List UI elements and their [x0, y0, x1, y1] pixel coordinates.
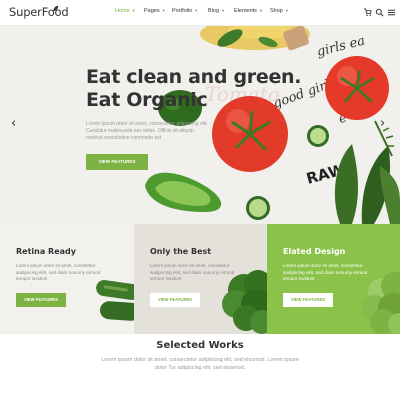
nav-item-label: Shop [270, 8, 283, 14]
section-description: Lorem ipsum dolor sit amet, consectetur … [101, 357, 299, 371]
chevron-right-icon[interactable]: › [380, 116, 385, 131]
nav-item-label: Home [115, 8, 130, 14]
panel-title: Elated Design [283, 247, 346, 256]
nav-item-shop[interactable]: Shop ▼ [270, 8, 289, 14]
feature-panel-elated: Elated Design Lorem ipsum dolor sit amet… [267, 224, 400, 334]
panel-title: Only the Best [150, 247, 212, 256]
view-features-button[interactable]: VIEW FEATURES [150, 293, 200, 307]
hero-description: Lorem ipsum dolor sit amet, consectetur … [86, 121, 208, 141]
nav-item-home[interactable]: Home ▼ [115, 8, 136, 14]
site-logo[interactable]: SuperFood [9, 5, 69, 19]
nav-item-label: Portfolio [172, 8, 193, 14]
search-icon[interactable] [375, 8, 384, 17]
panel-title: Retina Ready [16, 247, 76, 256]
chevron-down-icon: ▼ [221, 8, 225, 13]
chevron-down-icon: ▼ [161, 8, 166, 13]
feature-panels: Retina Ready Lorem ipsum dolor sit amet,… [0, 224, 400, 334]
hero-title-line1: Eat clean and green. [86, 66, 302, 88]
nav-item-elements[interactable]: Elements ▼ [234, 8, 263, 14]
nav-item-blog[interactable]: Blog ▼ [208, 8, 225, 14]
hero-title-line2: Eat Organic [86, 89, 208, 111]
hero-view-features-button[interactable]: VIEW FEATURES [86, 154, 148, 170]
feature-panel-best: Only the Best Lorem ipsum dolor sit amet… [134, 224, 267, 334]
chevron-down-icon: ▼ [131, 8, 136, 13]
nav-item-label: Elements [234, 8, 257, 14]
hero-slider: Tomato girls ea good girls e RAW Eat cle… [0, 26, 400, 224]
nav-item-portfolio[interactable]: Portfolio ▼ [172, 8, 198, 14]
feature-panel-retina: Retina Ready Lorem ipsum dolor sit amet,… [0, 224, 134, 334]
view-features-button[interactable]: VIEW FEATURES [16, 293, 66, 307]
selected-works-section: Selected Works Lorem ipsum dolor sit ame… [0, 334, 400, 400]
section-title: Selected Works [156, 340, 244, 351]
chevron-down-icon: ▼ [258, 8, 263, 13]
site-header: SuperFood Home ▼ Pages ▼ Portfolio ▼ Blog ▼ … [0, 0, 400, 26]
panel-text: Lorem ipsum dolor sit amet, consetetur s… [150, 263, 235, 281]
view-features-button[interactable]: VIEW FEATURES [283, 293, 333, 307]
nav-item-label: Pages [144, 8, 160, 14]
leaf-icon [53, 5, 59, 12]
chevron-left-icon[interactable]: ‹ [11, 116, 16, 131]
panel-text: Lorem ipsum dolor sit amet, consetetur s… [16, 263, 101, 281]
chevron-down-icon: ▼ [194, 8, 199, 13]
nav-item-pages[interactable]: Pages ▼ [144, 8, 166, 14]
menu-icon[interactable] [387, 8, 396, 17]
cart-icon[interactable] [363, 8, 372, 17]
nav-item-label: Blog [208, 8, 220, 14]
chevron-down-icon: ▼ [284, 8, 289, 13]
panel-text: Lorem ipsum dolor sit amet, consetetur s… [283, 263, 368, 281]
svg-text:girls ea: girls ea [315, 33, 366, 59]
